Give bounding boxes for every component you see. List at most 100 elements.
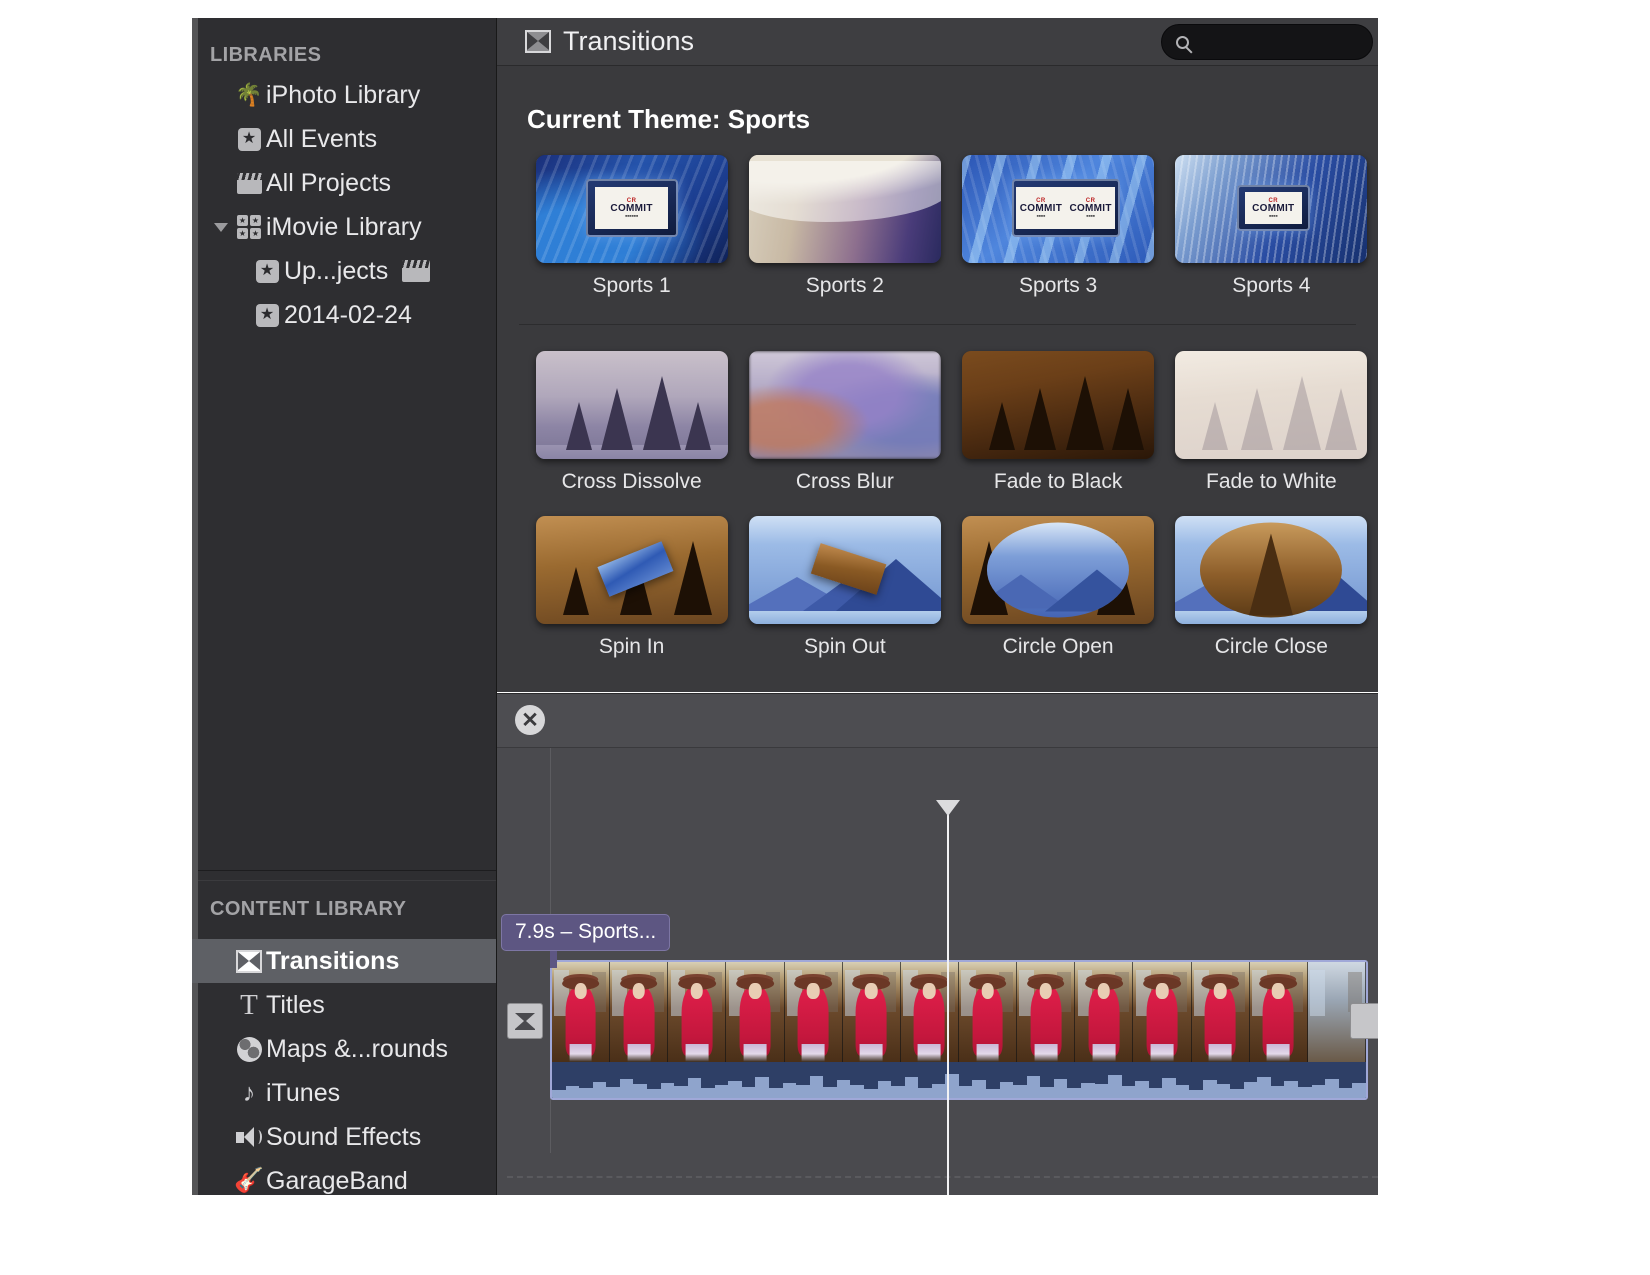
film-frame — [1075, 962, 1134, 1062]
transition-item-spin-out[interactable]: Spin Out — [738, 516, 951, 659]
timeline-panel: ✕ 7.9s – Sports... — [497, 693, 1378, 1195]
close-circle-icon[interactable]: ✕ — [515, 705, 545, 735]
audio-waveform — [552, 1062, 1366, 1098]
sidebar-item-garageband[interactable]: 🎸 GarageBand — [192, 1159, 496, 1195]
transition-item-cross-blur[interactable]: Cross Blur — [738, 351, 951, 494]
transition-item-sports-4[interactable]: CR COMMIT ■■■■ Sports 4 — [1165, 155, 1378, 298]
sidebar-item-label: Sound Effects — [266, 1122, 422, 1151]
sidebar-item-imovie-library[interactable]: ★ ★ ★ ★ iMovie Library — [192, 205, 496, 249]
standard-transitions-row-2: Spin In Spin Out Circle Open Circle Clos… — [497, 516, 1378, 659]
drop-zone-line — [507, 1176, 1378, 1178]
sidebar-item-label: iMovie Library — [266, 212, 422, 241]
transition-thumbnail[interactable] — [962, 516, 1155, 624]
star-icon: ★ — [250, 303, 284, 327]
transition-thumbnail[interactable] — [535, 351, 728, 459]
music-note-icon: ♪ — [242, 1078, 256, 1107]
film-frame — [1133, 962, 1192, 1062]
transition-item-sports-2[interactable]: Sports 2 — [738, 155, 951, 298]
transition-icon-left[interactable] — [507, 1003, 543, 1039]
sidebar-item-label: All Events — [266, 124, 378, 153]
film-frame — [784, 962, 843, 1062]
transition-thumbnail[interactable]: CR COMMIT ■■■■ CR COMMIT ■■■■ — [962, 155, 1155, 263]
palm-tree-icon: 🌴 — [235, 82, 263, 107]
sidebar-item-label: iTunes — [266, 1078, 341, 1107]
film-frame — [552, 962, 611, 1062]
timeline-clip[interactable] — [550, 960, 1368, 1100]
sidebar-item-label: Titles — [266, 990, 325, 1019]
sidebar-item-label: GarageBand — [266, 1166, 408, 1195]
film-frame — [900, 962, 959, 1062]
section-divider — [519, 324, 1356, 325]
globe-icon — [232, 1036, 266, 1062]
transition-icon-right[interactable] — [1350, 1003, 1378, 1039]
star-icon: ★ — [232, 127, 266, 151]
film-frame — [1017, 962, 1076, 1062]
sidebar-item-label: Up...jects — [284, 256, 389, 285]
sidebar-item-up-projects[interactable]: ★ Up...jects — [192, 249, 496, 293]
film-frame — [842, 962, 901, 1062]
clapperboard-icon — [402, 260, 431, 282]
transition-item-cross-dissolve[interactable]: Cross Dissolve — [525, 351, 738, 494]
sidebar-item-label: Transitions — [266, 946, 400, 975]
transition-label: Circle Open — [1002, 635, 1114, 658]
transition-item-sports-3[interactable]: CR COMMIT ■■■■ CR COMMIT ■■■■ Sports 3 — [952, 155, 1165, 298]
filmstrip — [552, 962, 1366, 1062]
speaker-icon — [232, 1127, 266, 1147]
sidebar: LIBRARIES 🌴 iPhoto Library ★ All Events — [192, 18, 497, 1195]
sidebar-item-titles[interactable]: T Titles — [192, 983, 496, 1027]
film-frame — [1249, 962, 1308, 1062]
transitions-browser: Transitions Current Theme: Sports CR COM… — [497, 18, 1378, 692]
transition-thumbnail[interactable]: CR COMMIT ■■■■■■ — [535, 155, 728, 263]
transition-thumbnail[interactable] — [1175, 351, 1368, 459]
transition-item-fade-to-white[interactable]: Fade to White — [1165, 351, 1378, 494]
sidebar-item-transitions[interactable]: Transitions — [192, 939, 496, 983]
transition-item-sports-1[interactable]: CR COMMIT ■■■■■■ Sports 1 — [525, 155, 738, 298]
transition-thumbnail[interactable] — [962, 351, 1155, 459]
sidebar-item-itunes[interactable]: ♪ iTunes — [192, 1071, 496, 1115]
standard-transitions-row-1: Cross Dissolve Cross Blur Fade to Black … — [497, 351, 1378, 494]
imovie-window: LIBRARIES 🌴 iPhoto Library ★ All Events — [0, 0, 1650, 1275]
transition-label: Circle Close — [1214, 635, 1328, 658]
timeline-body[interactable]: 7.9s – Sports... — [497, 748, 1378, 1195]
transition-label: Sports 2 — [805, 274, 884, 297]
timeline-toolbar: ✕ — [497, 694, 1378, 748]
sidebar-item-maps-backgrounds[interactable]: Maps &...rounds — [192, 1027, 496, 1071]
sidebar-item-label: All Projects — [266, 168, 392, 197]
circle-mask — [987, 522, 1130, 618]
search-icon — [1176, 35, 1189, 49]
playhead[interactable] — [936, 800, 960, 1195]
sidebar-item-sound-effects[interactable]: Sound Effects — [192, 1115, 496, 1159]
star-icon: ★ — [250, 259, 284, 283]
transition-label: Fade to White — [1206, 470, 1337, 493]
transition-label: Sports 4 — [1232, 274, 1311, 297]
sidebar-item-iphoto-library[interactable]: 🌴 iPhoto Library — [192, 73, 496, 117]
page-title: Transitions — [563, 26, 695, 56]
transition-icon — [232, 949, 266, 973]
disclosure-triangle-down-icon[interactable] — [210, 222, 232, 232]
sidebar-item-all-projects[interactable]: All Projects — [192, 161, 496, 205]
circle-mask — [1200, 522, 1343, 618]
transition-thumbnail[interactable] — [748, 155, 941, 263]
theme-transitions-row: CR COMMIT ■■■■■■ Sports 1 Sports 2 CR CO… — [497, 155, 1378, 298]
sidebar-item-label: iPhoto Library — [266, 80, 421, 109]
transition-item-circle-open[interactable]: Circle Open — [952, 516, 1165, 659]
transition-thumbnail[interactable] — [748, 516, 941, 624]
search-input[interactable] — [1197, 32, 1357, 52]
transition-label: Sports 3 — [1019, 274, 1098, 297]
text-t-icon: T — [240, 988, 258, 1021]
transition-item-circle-close[interactable]: Circle Close — [1165, 516, 1378, 659]
transition-thumbnail[interactable] — [748, 351, 941, 459]
transition-thumbnail[interactable] — [535, 516, 728, 624]
transition-label: Spin In — [598, 635, 665, 658]
sidebar-item-all-events[interactable]: ★ All Events — [192, 117, 496, 161]
sidebar-item-2014-02-24[interactable]: ★ 2014-02-24 — [192, 293, 496, 337]
film-frame — [958, 962, 1018, 1062]
search-field[interactable] — [1161, 24, 1373, 60]
transition-label: Cross Dissolve — [561, 470, 702, 493]
transition-item-fade-to-black[interactable]: Fade to Black — [952, 351, 1165, 494]
transition-label: Fade to Black — [993, 470, 1123, 493]
current-theme-heading: Current Theme: Sports — [527, 104, 811, 134]
transition-thumbnail[interactable]: CR COMMIT ■■■■ — [1175, 155, 1368, 263]
transition-thumbnail[interactable] — [1175, 516, 1368, 624]
transition-item-spin-in[interactable]: Spin In — [525, 516, 738, 659]
